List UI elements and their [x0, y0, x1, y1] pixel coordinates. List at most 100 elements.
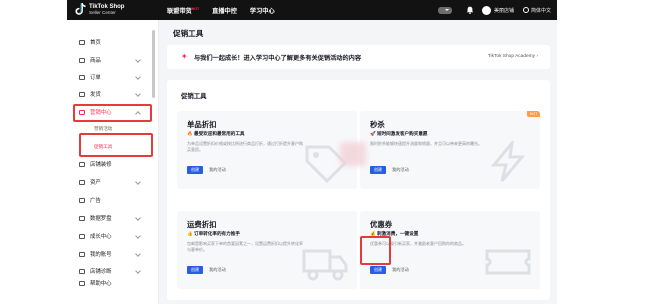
- sidebar-item-label: 资产: [90, 180, 101, 186]
- card-subtitle: 🚀 短时间激发客户购买意愿: [370, 131, 428, 136]
- avatar[interactable]: [481, 5, 491, 15]
- tool-card-shipping-discount: 运费折扣 👍 订单转化率的有力推手 包邮是影响买家下单的首要因素之一，设置运费折…: [177, 211, 357, 289]
- card-subtitle: 👍 订单转化率的有力推手: [187, 231, 240, 236]
- sparkle-icon: ✦: [181, 52, 188, 61]
- sidebar-item-label: 广告: [90, 198, 101, 204]
- sidebar-item-diagnosis[interactable]: 店铺诊断: [79, 265, 141, 277]
- my-activity-link[interactable]: 我的活动: [392, 267, 409, 273]
- card-title: 优惠券: [370, 220, 393, 229]
- store-icon: [79, 161, 85, 167]
- nav-affiliate[interactable]: 联盟带货HOT: [167, 6, 200, 15]
- order-icon: [79, 74, 85, 80]
- chevron-down-icon: [135, 215, 141, 221]
- sidebar-item-account[interactable]: 我的账号: [79, 248, 141, 260]
- truck-illustration-icon: [302, 249, 348, 281]
- nav-affiliate-label: 联盟带货: [167, 7, 192, 15]
- tool-card-product-discount: 单品折扣 🔥 最受欢迎和最常用的工具 为单品设置折扣价格或按比例进行商品打折，通…: [177, 111, 357, 189]
- sidebar-item-products[interactable]: 商品: [79, 54, 141, 66]
- globe-icon: [522, 7, 529, 13]
- app-page: TikTok Shop Seller Center 联盟带货HOT 直播中控 学…: [0, 0, 645, 304]
- section-title: 促销工具: [181, 93, 207, 100]
- chevron-down-icon: [135, 233, 141, 239]
- card-description: 限时秒杀能够快速提升流量和销量，并且可以带来更高的曝光。: [370, 141, 482, 146]
- compass-icon: [79, 215, 85, 221]
- sidebar-item-help[interactable]: 帮助中心: [79, 277, 112, 289]
- card-description: 包邮是影响买家下单的首要因素之一，设置运费折扣以提升转化率与客单价。: [187, 241, 303, 252]
- my-activity-link[interactable]: 我的活动: [209, 167, 226, 173]
- shipping-icon: [79, 91, 85, 97]
- top-navbar: TikTok Shop Seller Center 联盟带货HOT 直播中控 学…: [67, 0, 557, 20]
- brand-logo[interactable]: TikTok Shop Seller Center: [75, 3, 124, 15]
- create-button[interactable]: 创建: [370, 166, 386, 174]
- sidebar-item-label: 订单: [90, 75, 101, 81]
- sidebar-item-ads[interactable]: 广告: [79, 194, 101, 206]
- toggle-dropdown[interactable]: [437, 6, 452, 14]
- highlight-marketing: [73, 104, 152, 122]
- sidebar-item-assets[interactable]: 资产: [79, 176, 141, 188]
- card-subtitle: 🔥 最受欢迎和最常用的工具: [187, 131, 245, 136]
- card-title: 秒杀: [370, 120, 385, 129]
- brand-title: TikTok Shop: [89, 3, 125, 10]
- lightning-illustration-icon: [490, 141, 526, 182]
- product-icon: [79, 57, 85, 63]
- highlight-coupon-create: [360, 236, 391, 265]
- sidebar-item-home[interactable]: 首页: [79, 36, 101, 48]
- top-nav: 联盟带货HOT 直播中控 学习中心: [167, 0, 288, 20]
- sidebar-item-decoration[interactable]: 店铺装修: [79, 158, 112, 170]
- sidebar-item-label: 帮助中心: [90, 281, 112, 287]
- nav-live-control[interactable]: 直播中控: [212, 6, 237, 15]
- card-title: 运费折扣: [187, 220, 217, 229]
- brand-subtitle: Seller Center: [89, 9, 116, 15]
- sidebar-item-label: 发货: [90, 92, 101, 98]
- chevron-down-icon: [135, 268, 141, 274]
- growth-icon: [79, 233, 85, 239]
- chevron-down-icon: [135, 251, 141, 257]
- academy-link[interactable]: TikTok Shop Academy ›: [488, 54, 538, 59]
- card-description: 为单品设置折扣价格或按比例进行商品打折，通过打折提升客户购买意愿。: [187, 141, 303, 152]
- chevron-down-icon: [135, 57, 141, 63]
- sidebar-item-shipping[interactable]: 发货: [79, 88, 141, 100]
- sidebar-scrollbar[interactable]: [152, 30, 155, 98]
- tiktok-logo-icon: [75, 3, 86, 15]
- user-name[interactable]: 美丽店铺: [494, 7, 514, 14]
- nav-learning-center[interactable]: 学习中心: [250, 6, 275, 15]
- bell-icon[interactable]: [466, 6, 474, 14]
- header-actions: 美丽店铺 简体中文: [437, 0, 551, 20]
- language-selector[interactable]: 简体中文: [531, 7, 551, 14]
- chevron-down-icon: [135, 179, 141, 185]
- banner-text: 与我们一起成长！进入学习中心了解更多有关促销活动的内容: [194, 55, 362, 62]
- chevron-down-icon: [135, 74, 141, 80]
- sidebar-item-label: 成长中心: [90, 234, 112, 240]
- my-activity-link[interactable]: 我的活动: [392, 167, 409, 173]
- sidebar-item-growth[interactable]: 成长中心: [79, 230, 141, 242]
- sidebar-item-label: 我的账号: [90, 252, 112, 258]
- hot-badge: HOT: [527, 111, 540, 117]
- sidebar-subitem-campaigns[interactable]: 营销活动: [94, 126, 112, 132]
- hot-badge: HOT: [191, 6, 200, 11]
- nav-learning-center-label: 学习中心: [249, 7, 275, 15]
- sidebar-item-label: 商品: [90, 58, 101, 64]
- learning-banner[interactable]: ✦ 与我们一起成长！进入学习中心了解更多有关促销活动的内容 TikTok Sho…: [167, 45, 550, 69]
- blurred-overlay: [340, 142, 366, 166]
- ad-icon: [79, 197, 85, 203]
- promotion-tools-section: 促销工具 单品折扣 🔥 最受欢迎和最常用的工具 为单品设置折扣价格或按比例进行商…: [167, 80, 550, 300]
- coupon-illustration-icon: [485, 249, 531, 275]
- academy-link-label: TikTok Shop Academy: [487, 54, 536, 59]
- card-title: 单品折扣: [187, 120, 217, 129]
- sidebar-item-orders[interactable]: 订单: [79, 71, 141, 83]
- create-button[interactable]: 创建: [187, 166, 203, 174]
- chevron-down-icon: [135, 91, 141, 97]
- tool-card-flash-sale: HOT 秒杀 🚀 短时间激发客户购买意愿 限时秒杀能够快速提升流量和销量，并且可…: [360, 111, 540, 189]
- nav-live-control-label: 直播中控: [212, 7, 237, 15]
- diagnosis-icon: [79, 268, 85, 274]
- wallet-icon: [79, 179, 85, 185]
- page-title: 促销工具: [173, 29, 204, 38]
- help-icon: [79, 280, 85, 286]
- sidebar-item-label: 数据罗盘: [90, 216, 112, 222]
- account-icon: [79, 251, 85, 257]
- home-icon: [79, 39, 85, 45]
- create-button[interactable]: 创建: [370, 266, 386, 274]
- my-activity-link[interactable]: 我的活动: [209, 267, 226, 273]
- create-button[interactable]: 创建: [187, 266, 203, 274]
- sidebar-item-data-compass[interactable]: 数据罗盘: [79, 212, 141, 224]
